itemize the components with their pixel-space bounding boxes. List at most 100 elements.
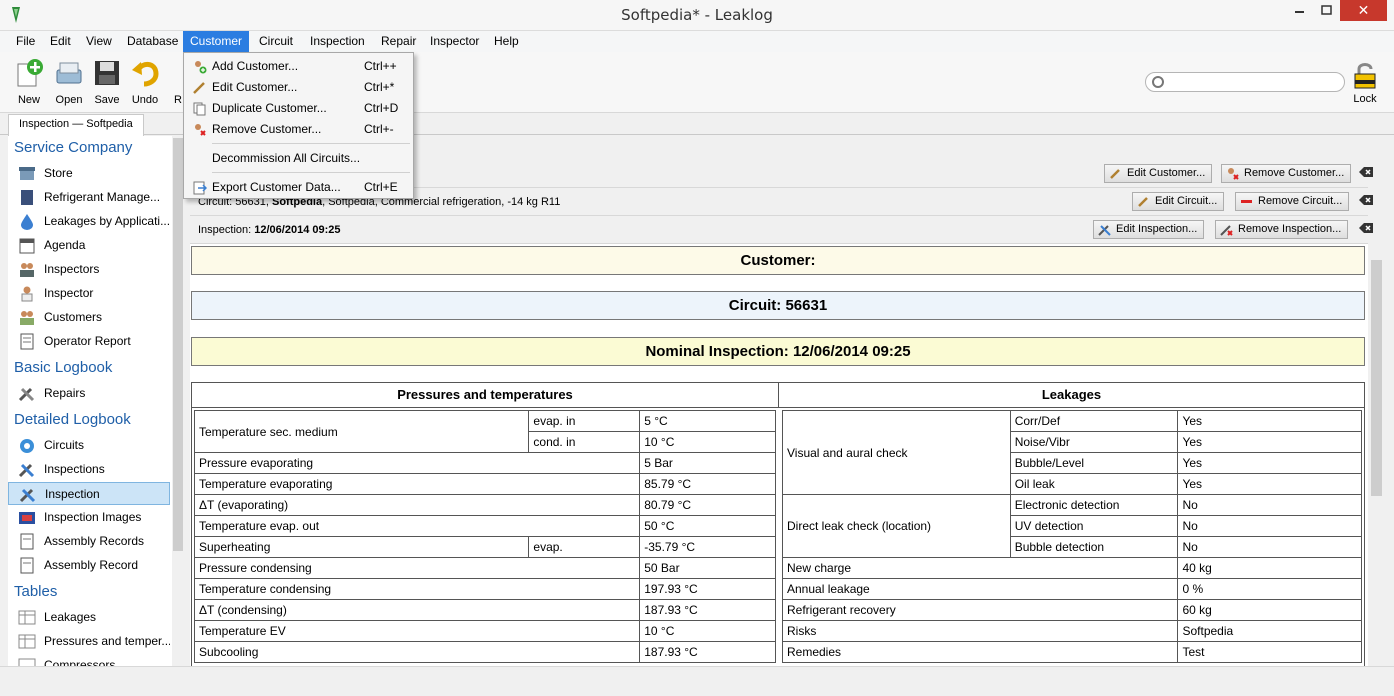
tab-inspection-softpedia[interactable]: Inspection — Softpedia <box>8 114 144 136</box>
sidebar-item-refrigerant-management[interactable]: Refrigerant Manage... <box>8 186 170 209</box>
remove-circuit-label: Remove Circuit... <box>1258 195 1343 207</box>
menu-item-decommission-all-circuits[interactable]: Decommission All Circuits... <box>186 148 412 169</box>
table-row: Pressure condensing 50 Bar <box>193 557 776 579</box>
table-cell: 60 kg <box>1177 599 1362 621</box>
sidebar-item-label: Inspection <box>45 487 100 501</box>
sidebar-item-assembly-record[interactable]: Assembly Record <box>8 554 170 577</box>
sidebar-item-inspections[interactable]: Inspections <box>8 458 170 481</box>
menu-item-edit-customer[interactable]: Edit Customer... Ctrl+* <box>186 77 412 98</box>
menu-circuit[interactable]: Circuit <box>252 31 300 52</box>
edit-customer-button[interactable]: Edit Customer... <box>1104 164 1213 183</box>
table-cell: Temperature evap. out <box>193 515 641 537</box>
menu-separator <box>212 143 410 144</box>
menu-item-label: Add Customer... <box>212 59 299 73</box>
table-cell: Risks <box>781 620 1179 642</box>
sidebar-item-inspection[interactable]: Inspection <box>8 482 170 505</box>
sidebar-item-pressures-and-temperatures[interactable]: Pressures and temper... <box>8 630 170 653</box>
table-cell: Direct leak check (location) <box>782 494 1011 558</box>
sidebar-scrollbar[interactable] <box>172 136 184 666</box>
save-button[interactable]: Save <box>90 58 124 106</box>
undo-button[interactable]: Undo <box>128 58 162 106</box>
sidebar-item-store[interactable]: Store <box>8 162 170 185</box>
status-bar <box>0 666 1394 696</box>
table-cell: UV detection <box>1009 515 1179 537</box>
table-cell: No <box>1177 515 1362 537</box>
sidebar-item-customers[interactable]: Customers <box>8 306 170 329</box>
remove-circuit-button[interactable]: Remove Circuit... <box>1235 192 1350 211</box>
sidebar-item-leakages-by-application[interactable]: Leakages by Applicati... <box>8 210 170 233</box>
table-row: Temperature sec. medium evap. in 5 °C <box>193 410 776 453</box>
menu-item-export-customer-data[interactable]: Export Customer Data... Ctrl+E <box>186 177 412 198</box>
table-row: Subcooling 187.93 °C <box>193 641 776 663</box>
table-cell: Yes <box>1177 431 1362 453</box>
report-grid: Pressures and temperatures Leakages Temp… <box>191 382 1365 666</box>
inspection-report: Customer: Circuit: 56631 Nominal Inspect… <box>190 244 1368 666</box>
minimize-button[interactable] <box>1285 0 1313 21</box>
sidebar-item-label: Inspection Images <box>44 510 142 524</box>
table-row: Visual and aural check Corr/Def Yes <box>782 410 1362 495</box>
remove-inspection-button[interactable]: Remove Inspection... <box>1215 220 1349 239</box>
menu-item-label: Export Customer Data... <box>212 180 341 194</box>
sidebar-item-label: Leakages by Applicati... <box>44 214 170 228</box>
menu-file[interactable]: File <box>9 31 42 52</box>
table-icon <box>18 658 36 666</box>
sidebar-item-agenda[interactable]: Agenda <box>8 234 170 257</box>
remove-customer-button[interactable]: Remove Customer... <box>1221 164 1352 183</box>
edit-customer-label: Edit Customer... <box>1127 167 1206 179</box>
sidebar-scrollbar-thumb[interactable] <box>173 138 183 551</box>
menu-item-shortcut: Ctrl+* <box>364 80 395 94</box>
collapse-arrow-icon[interactable] <box>1358 194 1374 206</box>
menu-item-duplicate-customer[interactable]: Duplicate Customer... Ctrl+D <box>186 98 412 119</box>
search-input[interactable] <box>1145 72 1345 92</box>
sidebar-item-inspectors[interactable]: Inspectors <box>8 258 170 281</box>
menu-customer[interactable]: Customer <box>183 31 250 52</box>
table-cell: Corr/Def <box>1009 410 1179 432</box>
menu-database[interactable]: Database <box>120 31 185 52</box>
table-cell: cond. in <box>528 431 641 453</box>
minus-icon <box>1241 200 1252 203</box>
lock-label: Lock <box>1353 93 1377 105</box>
sidebar-item-assembly-records[interactable]: Assembly Records <box>8 530 170 553</box>
collapse-arrow-icon[interactable] <box>1358 222 1374 234</box>
menu-inspection[interactable]: Inspection <box>303 31 372 52</box>
table-row: ΔT (evaporating) 80.79 °C <box>193 494 776 516</box>
sidebar-item-leakages[interactable]: Leakages <box>8 606 170 629</box>
report-scrollbar[interactable] <box>1368 244 1384 666</box>
table-cell: 197.93 °C <box>639 578 776 600</box>
table-row: Risks Softpedia <box>781 620 1362 642</box>
maximize-button[interactable] <box>1313 0 1340 21</box>
new-button[interactable]: New <box>12 58 46 106</box>
repairs-tools-icon <box>18 387 35 402</box>
edit-inspection-button[interactable]: Edit Inspection... <box>1093 220 1205 239</box>
open-button[interactable]: Open <box>52 58 86 106</box>
remove-customer-icon <box>195 124 206 136</box>
menu-separator <box>212 172 410 173</box>
menu-item-label: Duplicate Customer... <box>212 101 327 115</box>
table-row: Annual leakage 0 % <box>781 578 1362 600</box>
close-button[interactable]: ✕ <box>1340 0 1387 21</box>
menu-help[interactable]: Help <box>487 31 526 52</box>
pencil-icon <box>1110 169 1120 179</box>
menu-item-add-customer[interactable]: Add Customer... Ctrl++ <box>186 56 412 77</box>
sidebar-item-circuits[interactable]: Circuits <box>8 434 170 457</box>
menu-view[interactable]: View <box>79 31 119 52</box>
edit-circuit-button[interactable]: Edit Circuit... <box>1132 192 1225 211</box>
sidebar-item-label: Customers <box>44 310 103 324</box>
sidebar-item-repairs[interactable]: Repairs <box>8 382 170 405</box>
lock-button[interactable]: Lock <box>1348 62 1382 105</box>
menu-item-remove-customer[interactable]: Remove Customer... Ctrl+- <box>186 119 412 140</box>
pressures-temperatures-header: Pressures and temperatures <box>192 383 779 408</box>
table-row: Temperature evaporating 85.79 °C <box>193 473 776 495</box>
menu-inspector[interactable]: Inspector <box>423 31 486 52</box>
collapse-arrow-icon[interactable] <box>1358 166 1374 178</box>
sidebar-item-inspector[interactable]: Inspector <box>8 282 170 305</box>
sidebar-item-inspection-images[interactable]: Inspection Images <box>8 506 170 529</box>
menu-repair[interactable]: Repair <box>374 31 423 52</box>
report-scrollbar-thumb[interactable] <box>1371 260 1382 496</box>
sidebar-item-compressors[interactable]: Compressors <box>8 654 170 666</box>
menu-edit[interactable]: Edit <box>43 31 78 52</box>
main-panel: Edit Customer... Remove Customer... Circ… <box>188 136 1394 666</box>
sidebar-item-operator-report[interactable]: Operator Report <box>8 330 170 353</box>
table-cell: Superheating <box>193 536 530 558</box>
sidebar-item-label: Circuits <box>44 438 85 452</box>
